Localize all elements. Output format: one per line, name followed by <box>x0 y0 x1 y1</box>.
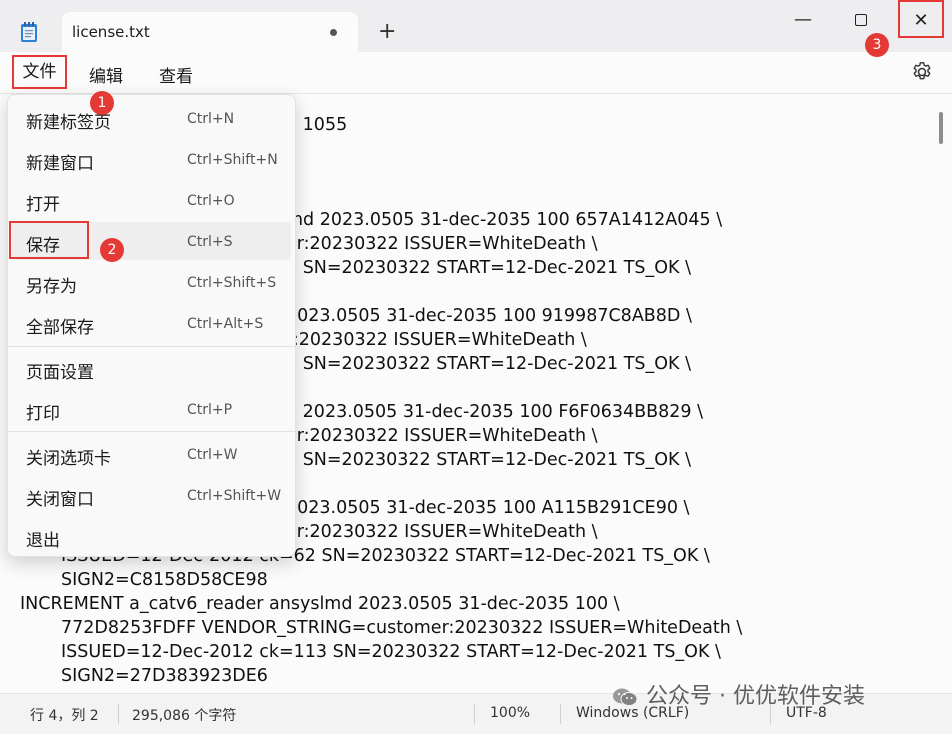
menu-item-new-window[interactable]: 新建窗口 Ctrl+Shift+N <box>8 140 295 178</box>
notepad-icon <box>21 22 37 42</box>
editor-line: 1 SN=20230322 START=12-Dec-2021 TS_OK \ <box>286 354 691 374</box>
menu-item-shortcut: Ctrl+Shift+S <box>187 275 277 291</box>
editor-line: SIGN2=27D383923DE6 <box>61 666 268 686</box>
menu-item-shortcut: Ctrl+P <box>187 402 233 418</box>
menu-item-close-tab[interactable]: 关闭选项卡 Ctrl+W <box>8 435 295 473</box>
editor-line: er:20230322 ISSUER=WhiteDeath \ <box>286 234 598 254</box>
menu-item-label: 打开 <box>26 195 60 215</box>
tab-title: license.txt <box>72 23 150 41</box>
step-badge-3: 3 <box>865 33 889 57</box>
char-count: 295,086 个字符 <box>132 708 237 724</box>
step-badge-2: 2 <box>100 238 124 262</box>
editor-line: 772D8253FDFF VENDOR_STRING=customer:2023… <box>61 618 743 638</box>
save-highlight-box <box>9 221 89 259</box>
menu-item-label: 全部保存 <box>26 318 94 338</box>
menu-item-shortcut: Ctrl+S <box>187 234 233 250</box>
status-divider <box>474 704 475 724</box>
menu-edit[interactable]: 编辑 <box>89 62 123 87</box>
menu-item-shortcut: Ctrl+Shift+W <box>187 488 282 504</box>
menu-item-open[interactable]: 打开 Ctrl+O <box>8 181 295 219</box>
menu-item-label: 打印 <box>26 404 60 424</box>
unsaved-dot-icon[interactable] <box>330 29 337 36</box>
editor-line: ISSUED=12-Dec-2012 ck=113 SN=20230322 ST… <box>61 642 721 662</box>
menu-item-label: 退出 <box>26 531 60 551</box>
menu-item-page-setup[interactable]: 页面设置 <box>8 349 295 387</box>
step-badge-1: 1 <box>90 91 114 115</box>
menu-item-shortcut: Ctrl+Shift+N <box>187 152 278 168</box>
editor-line: 5 SN=20230322 START=12-Dec-2021 TS_OK \ <box>286 258 691 278</box>
editor-line: 7 SN=20230322 START=12-Dec-2021 TS_OK \ <box>286 450 691 470</box>
menu-item-save-all[interactable]: 全部保存 Ctrl+Alt+S <box>8 304 295 342</box>
watermark-text: 公众号 · 优优软件安装 <box>646 684 865 709</box>
editor-line: r:20230322 ISSUER=WhiteDeath \ <box>286 330 587 350</box>
editor-line: 2023.0505 31-dec-2035 100 919987C8AB8D \ <box>286 306 692 326</box>
menu-item-label: 新建窗口 <box>26 154 94 174</box>
status-divider <box>560 704 561 724</box>
editor-line: INCREMENT a_catv6_reader ansyslmd 2023.0… <box>20 594 620 614</box>
menu-file[interactable]: 文件 <box>12 55 67 89</box>
menu-divider <box>8 346 295 347</box>
status-divider <box>118 704 119 724</box>
menu-item-close-window[interactable]: 关闭窗口 Ctrl+Shift+W <box>8 476 295 514</box>
zoom-level[interactable]: 100% <box>490 705 530 721</box>
menu-item-label: 关闭选项卡 <box>26 449 111 469</box>
minimize-button[interactable]: — <box>780 6 826 34</box>
menu-item-exit[interactable]: 退出 <box>8 517 295 555</box>
tab-license-txt[interactable]: license.txt <box>62 12 358 52</box>
menu-item-shortcut: Ctrl+Alt+S <box>187 316 264 332</box>
gear-icon[interactable] <box>910 60 934 84</box>
menu-item-label: 页面设置 <box>26 363 94 383</box>
menu-item-shortcut: Ctrl+N <box>187 111 235 127</box>
menu-item-shortcut: Ctrl+O <box>187 193 235 209</box>
menu-item-new-tab[interactable]: 新建标签页 Ctrl+N <box>8 99 295 137</box>
menu-item-print[interactable]: 打印 Ctrl+P <box>8 390 295 428</box>
title-bar: license.txt + — ✕ <box>0 0 952 52</box>
menu-bar: 文件 编辑 查看 <box>0 52 952 94</box>
menu-item-save-as[interactable]: 另存为 Ctrl+Shift+S <box>8 263 295 301</box>
file-menu-dropdown: 新建标签页 Ctrl+N 新建窗口 Ctrl+Shift+N 打开 Ctrl+O… <box>7 94 296 557</box>
editor-line: er:20230322 ISSUER=WhiteDeath \ <box>286 426 598 446</box>
watermark: 公众号 · 优优软件安装 <box>612 678 865 710</box>
editor-line: SIGN2=C8158D58CE98 <box>61 570 268 590</box>
editor-line: er:20230322 ISSUER=WhiteDeath \ <box>286 522 598 542</box>
editor-line: md 2023.0505 31-dec-2035 100 657A1412A04… <box>286 210 723 230</box>
new-tab-button[interactable]: + <box>378 20 396 44</box>
cursor-position: 行 4，列 2 <box>30 708 99 724</box>
scrollbar-thumb[interactable] <box>939 112 943 144</box>
maximize-button[interactable] <box>838 6 884 34</box>
menu-item-shortcut: Ctrl+W <box>187 447 238 463</box>
editor-line: 2023.0505 31-dec-2035 100 A115B291CE90 \ <box>286 498 690 518</box>
menu-divider <box>8 431 295 432</box>
menu-item-label: 关闭窗口 <box>26 490 94 510</box>
menu-view[interactable]: 查看 <box>159 62 193 87</box>
wechat-icon <box>613 688 638 706</box>
maximize-icon <box>855 14 867 26</box>
close-button[interactable]: ✕ <box>898 0 944 38</box>
menu-item-label: 另存为 <box>26 277 77 297</box>
editor-line: d 2023.0505 31-dec-2035 100 F6F0634BB829… <box>286 402 704 422</box>
